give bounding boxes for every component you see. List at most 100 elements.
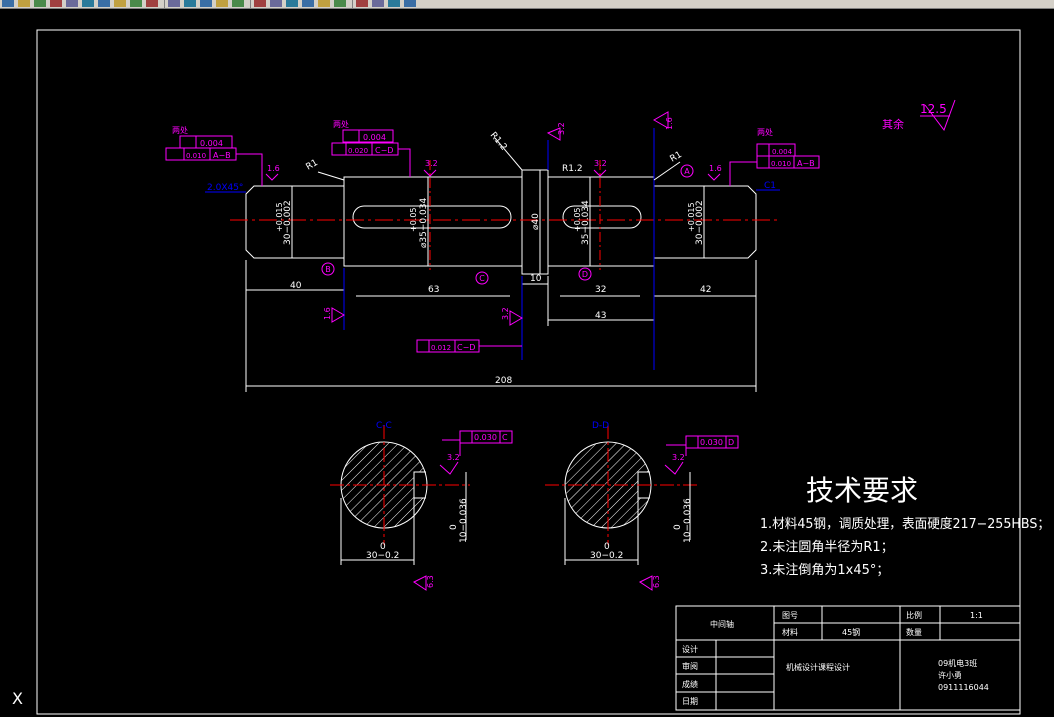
finish-16-bottom: 1.6 <box>323 307 332 320</box>
layer-prev-icon[interactable] <box>372 0 384 7</box>
tb-part-name: 中间轴 <box>710 619 734 629</box>
dim-40: 40 <box>290 281 302 291</box>
section-cc-label: C-C <box>376 421 392 431</box>
sec-c-tol: 0.030 <box>474 433 497 442</box>
finish-32-sec-c: 3.2 <box>447 453 460 462</box>
tb-date-label: 日期 <box>682 697 698 706</box>
calc-icon[interactable] <box>318 0 330 7</box>
finish-general-label: 其余 <box>882 117 904 131</box>
layer-icon[interactable] <box>356 0 368 7</box>
sec-d-depth: 10−0.036 <box>683 498 693 543</box>
toolbar-separator <box>352 0 353 8</box>
section-dd-label: D-D <box>592 421 609 431</box>
finish-32-sec-d: 3.2 <box>672 453 685 462</box>
tool-palette-icon[interactable] <box>270 0 282 7</box>
properties-icon[interactable] <box>232 0 244 7</box>
dimension-lines <box>245 170 757 392</box>
fcf2b-ref: C−D <box>375 146 393 155</box>
zoom-window-icon[interactable] <box>200 0 212 7</box>
fcf2b-tol: 0.020 <box>348 147 368 155</box>
markup-icon[interactable] <box>302 0 314 7</box>
sec-c-width-tol: 0 <box>380 542 386 552</box>
cut-icon[interactable] <box>66 0 78 7</box>
save-icon[interactable] <box>50 0 62 7</box>
sec-c-depth: 10−0.036 <box>459 498 469 543</box>
fcf3b-tol: 0.010 <box>771 160 791 168</box>
finish-16-journal-l: 1.6 <box>267 164 280 173</box>
undo-icon[interactable] <box>130 0 142 7</box>
label-liangchu-1: 两处 <box>172 125 188 135</box>
label-chamfer: 2.0X45° <box>207 183 243 193</box>
sec-c-ref: C <box>502 433 508 442</box>
finish-general-value: 12.5 <box>920 102 947 116</box>
fcf4-tol: 0.012 <box>431 344 451 352</box>
copy-icon[interactable] <box>82 0 94 7</box>
dim-phi40: ⌀40 <box>531 213 541 230</box>
datum-d: D <box>582 270 588 279</box>
design-center-icon[interactable] <box>254 0 266 7</box>
dim-d35: ⌀35−0.034 <box>419 198 429 248</box>
fcf2-tol: 0.004 <box>363 133 386 142</box>
dim-43: 43 <box>595 311 606 321</box>
dim-r12: R1.2 <box>562 164 583 174</box>
tb-course: 机械设计课程设计 <box>786 662 850 672</box>
dim-d30a: 30−0.002 <box>283 200 293 245</box>
sec-d-depth-tol: 0 <box>673 524 683 530</box>
dim-10: 10 <box>530 274 542 284</box>
sec-d-ref: D <box>728 438 734 447</box>
tb-scale-value: 1:1 <box>970 611 983 620</box>
fcf4-ref: C−D <box>457 343 475 352</box>
tb-design-label: 设计 <box>682 644 698 654</box>
leader-lines <box>205 128 780 370</box>
tb-student-id: 0911116044 <box>938 683 989 692</box>
datum-b: B <box>325 265 331 274</box>
tb-material-value: 45钢 <box>842 627 860 637</box>
fcf3b-ref: A−B <box>797 159 815 168</box>
toolbar <box>0 0 1054 9</box>
dim-d30a-tol: +0.015 <box>275 202 284 232</box>
label-c1: C1 <box>764 181 776 191</box>
sheet-set-icon[interactable] <box>286 0 298 7</box>
sec-c-width: 30−0.2 <box>366 551 399 561</box>
finish-63-sec-c: 6.3 <box>426 575 435 588</box>
finish-32-top: 3.2 <box>557 122 566 135</box>
fcf1b-tol: 0.010 <box>186 152 206 160</box>
tech-req-item-1: 1.材料45钢，调质处理，表面硬度217−255HBS； <box>760 516 1050 532</box>
finish-32-right: 3.2 <box>594 159 607 168</box>
tech-req-item-2: 2.未注圆角半径为R1； <box>760 540 894 555</box>
finish-32-bottom: 3.2 <box>501 307 510 320</box>
section-cc <box>330 425 513 565</box>
open-icon[interactable] <box>34 0 46 7</box>
back-icon[interactable] <box>2 0 14 7</box>
finish-63-sec-d: 6.3 <box>652 575 661 588</box>
tech-req-title: 技术要求 <box>806 474 918 507</box>
pan-icon[interactable] <box>168 0 180 7</box>
layer-state-icon[interactable] <box>388 0 400 7</box>
dim-d30b: 30−0.002 <box>695 200 705 245</box>
sec-c-depth-tol: 0 <box>449 524 459 530</box>
help-icon[interactable] <box>334 0 346 7</box>
sec-d-tol: 0.030 <box>700 438 723 447</box>
match-icon[interactable] <box>114 0 126 7</box>
drawing-canvas[interactable]: 40 63 10 32 43 42 208 R1.2 ⌀40 30−0.002 … <box>0 9 1054 717</box>
datum-a: A <box>684 167 690 176</box>
dim-d35-tol: +0.05 <box>409 207 418 232</box>
ucs-x-label: X <box>12 689 23 708</box>
zoom-previous-icon[interactable] <box>216 0 228 7</box>
dim-d30b-tol: +0.015 <box>687 202 696 232</box>
color-icon[interactable] <box>404 0 416 7</box>
label-liangchu-3: 两处 <box>757 127 773 137</box>
zoom-icon[interactable] <box>184 0 196 7</box>
redo-icon[interactable] <box>146 0 158 7</box>
label-r1-left: R1 <box>305 158 320 173</box>
print-icon[interactable] <box>18 0 30 7</box>
fcf1b-ref: A−B <box>213 151 231 160</box>
dim-42: 42 <box>700 285 711 295</box>
finish-16-journal: 1.6 <box>709 164 722 173</box>
label-r1-right: R1 <box>669 150 684 165</box>
toolbar-separator <box>164 0 165 8</box>
paste-icon[interactable] <box>98 0 110 7</box>
fcf1-tol: 0.004 <box>200 139 223 148</box>
tb-qty-label: 数量 <box>906 627 922 637</box>
label-r12-top: R1.2 <box>488 131 509 153</box>
